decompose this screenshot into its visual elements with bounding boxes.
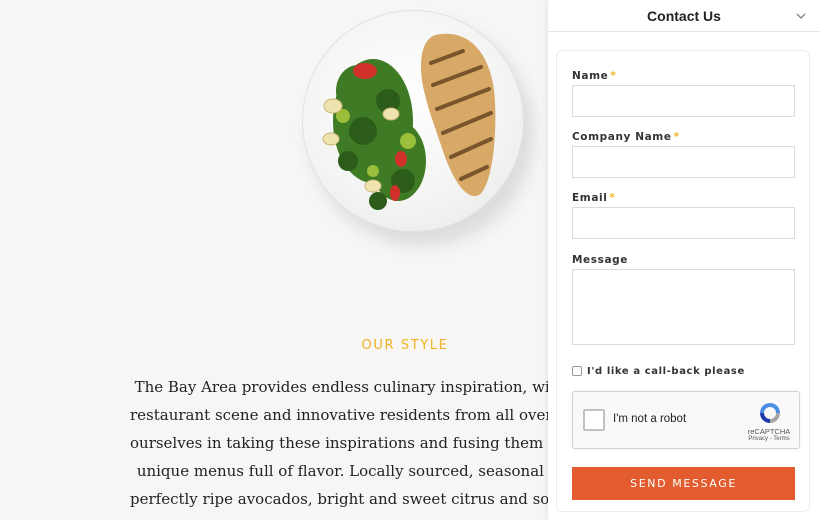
email-label-text: Email — [572, 192, 608, 204]
contact-panel-header[interactable]: Contact Us — [548, 0, 820, 32]
company-label: Company Name * — [572, 131, 680, 143]
send-message-button[interactable]: SEND MESSAGE — [572, 467, 795, 500]
recaptcha-logo-icon — [760, 403, 780, 423]
name-label-text: Name — [572, 70, 609, 82]
name-label: Name * — [572, 70, 616, 82]
contact-panel-title: Contact Us — [647, 7, 721, 24]
company-label-text: Company Name — [572, 131, 672, 143]
section-body: The Bay Area provides endless culinary i… — [130, 373, 587, 513]
salad-and-chicken-illustration — [322, 33, 496, 210]
email-label: Email * — [572, 192, 616, 204]
chevron-down-icon[interactable] — [794, 9, 808, 23]
message-textarea[interactable] — [572, 269, 795, 345]
body-line: The Bay Area provides endless culinary i… — [134, 378, 566, 396]
message-label: Message — [572, 254, 628, 266]
recaptcha-label: I'm not a robot — [613, 413, 687, 425]
recaptcha-privacy-terms[interactable]: Privacy - Terms — [739, 436, 799, 442]
email-field[interactable] — [572, 207, 795, 239]
plate — [302, 10, 524, 232]
company-name-field[interactable] — [572, 146, 795, 178]
body-line: ourselves in taking these inspirations a… — [130, 434, 573, 452]
recaptcha-brand: reCAPTCHA — [747, 427, 791, 436]
body-line: unique menus full of flavor. Locally sou… — [136, 462, 564, 480]
recaptcha-checkbox[interactable] — [583, 409, 605, 431]
name-field[interactable] — [572, 85, 795, 117]
food-plate-image — [300, 8, 534, 246]
section-title: OUR STYLE — [361, 338, 449, 353]
recaptcha-widget: I'm not a robot reCAPTCHA Privacy - Term… — [572, 391, 800, 449]
body-line: perfectly ripe avocados, bright and swee… — [130, 490, 587, 508]
callback-checkbox[interactable] — [572, 366, 582, 376]
required-mark: * — [673, 131, 680, 143]
contact-form: Name * Company Name * Email * Message I'd l… — [556, 50, 810, 512]
message-label-text: Message — [572, 254, 628, 266]
required-mark: * — [609, 192, 616, 204]
callback-label: I'd like a call-back please — [587, 366, 745, 377]
body-line: restaurant scene and innovative resident… — [130, 406, 582, 424]
required-mark: * — [610, 70, 617, 82]
contact-panel: Contact Us Name * Company Name * Email * Me… — [548, 0, 820, 520]
